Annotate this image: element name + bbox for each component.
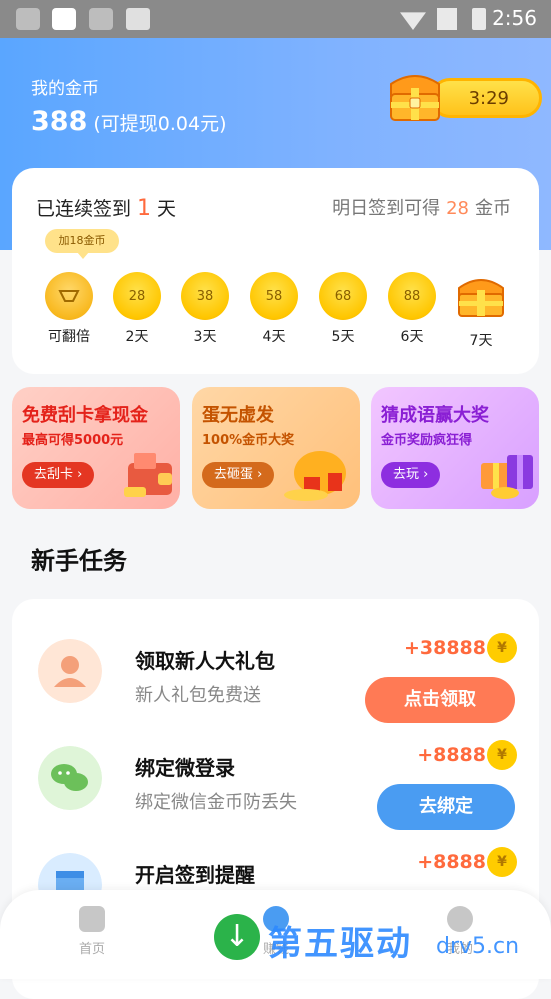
tomorrow-value: 28: [446, 198, 469, 219]
wechat-icon: [38, 746, 102, 810]
task-reward: +38888: [403, 637, 486, 659]
coin-amount: 388 (可提现0.04元): [31, 106, 227, 137]
treasure-chest-icon[interactable]: [383, 66, 447, 126]
promo-button[interactable]: 去刮卡 ›: [22, 462, 95, 488]
signin-day-label: 4天: [262, 329, 286, 345]
section-title: 新手任务: [31, 547, 127, 575]
yuan-coin-icon: ¥: [487, 633, 517, 663]
golden-egg-icon: [284, 451, 346, 501]
promo-title: 免费刮卡拿现金: [22, 405, 148, 426]
nav-home[interactable]: 首页: [52, 906, 132, 957]
yuan-coin-icon: ¥: [487, 847, 517, 877]
signin-day[interactable]: 68 5天: [316, 272, 370, 346]
wifi-icon: [400, 12, 426, 30]
signin-day[interactable]: 38 3天: [178, 272, 232, 346]
bonus-tooltip: 加18金币: [45, 229, 119, 259]
task-title: 开启签到提醒: [135, 863, 255, 887]
coin-icon: 88: [388, 272, 436, 320]
chest-timer: 3:29: [468, 88, 509, 109]
treasure-chest-icon: [458, 279, 504, 317]
home-icon: [79, 906, 105, 932]
task-desc: 绑定微信金币防丢失: [135, 792, 297, 813]
signin-prefix: 已连续签到: [36, 198, 132, 220]
promo-button[interactable]: 去砸蛋 ›: [202, 462, 275, 488]
promo-title: 猜成语赢大奖: [381, 405, 489, 426]
promo-title: 蛋无虚发: [202, 405, 274, 426]
tomorrow-prefix: 明日签到可得: [332, 198, 441, 219]
signin-day[interactable]: 88 6天: [385, 272, 439, 346]
signin-day-label: 7天: [469, 333, 493, 349]
task-row: 领取新人大礼包 新人礼包免费送 +38888 ¥ 点击领取: [12, 633, 539, 739]
coin-icon: 38: [181, 272, 229, 320]
task-title: 领取新人大礼包: [135, 649, 275, 673]
task-row: 绑定微登录 绑定微信金币防丢失 +8888 ¥ 去绑定: [12, 740, 539, 846]
double-coin-icon: [45, 272, 93, 320]
task-desc: 新人礼包免费送: [135, 685, 261, 706]
task-reward: +8888: [417, 851, 486, 873]
signin-card: 已连续签到 1 天 明日签到可得 28 金币 加18金币 可翻倍 28 2天 38 3天…: [12, 168, 539, 374]
notification-icon: [89, 8, 113, 30]
sim-icon: [437, 8, 457, 30]
signin-streak: 已连续签到 1 天: [36, 194, 176, 221]
coin-icon: 58: [250, 272, 298, 320]
signin-days: 1: [137, 196, 152, 221]
signin-day[interactable]: 28 2天: [110, 272, 164, 346]
signin-suffix: 天: [157, 198, 177, 220]
task-title: 绑定微登录: [135, 756, 235, 780]
watermark-url: drv5.cn: [436, 934, 520, 959]
coin-amount-number: 388: [31, 106, 88, 137]
tomorrow-suffix: 金币: [475, 198, 511, 219]
signin-day[interactable]: 可翻倍: [42, 272, 96, 346]
promo-smash-egg[interactable]: 蛋无虚发 100%金币大奖 去砸蛋 ›: [192, 387, 360, 509]
status-time: 2:56: [492, 6, 537, 30]
wallet-icon: [124, 453, 172, 497]
yuan-coin-icon: ¥: [487, 740, 517, 770]
coin-icon: 28: [113, 272, 161, 320]
coin-label: 我的金币: [31, 79, 99, 99]
status-bar: 2:56: [0, 0, 551, 38]
promo-scratch-card[interactable]: 免费刮卡拿现金 最高可得5000元 去刮卡 ›: [12, 387, 180, 509]
tomorrow-reward: 明日签到可得 28 金币: [332, 194, 511, 220]
signin-day-label: 3天: [193, 329, 217, 345]
notification-icon: [52, 8, 76, 30]
claim-button[interactable]: 点击领取: [365, 677, 515, 723]
watermark-text: 第五驱动: [268, 924, 412, 964]
watermark: ↓ 第五驱动 drv5.cn: [214, 914, 544, 964]
battery-icon: [472, 8, 486, 30]
bind-button[interactable]: 去绑定: [377, 784, 515, 830]
download-arrow-icon: ↓: [214, 914, 260, 960]
signin-day-label: 2天: [125, 329, 149, 345]
promo-subtitle: 金币奖励疯狂得: [381, 433, 473, 448]
signin-day-label: 5天: [331, 329, 355, 345]
signin-day-label: 6天: [400, 329, 424, 345]
task-reward: +8888: [417, 744, 486, 766]
signin-day-label: 可翻倍: [48, 329, 90, 345]
coin-icon: 68: [319, 272, 367, 320]
promo-idiom-game[interactable]: 猜成语赢大奖 金币奖励疯狂得 去玩 ›: [371, 387, 539, 509]
promo-subtitle: 最高可得5000元: [22, 433, 124, 448]
promo-button[interactable]: 去玩 ›: [381, 462, 441, 488]
signin-day[interactable]: 58 4天: [247, 272, 301, 346]
notification-icon: [16, 8, 40, 30]
signin-day[interactable]: 7天: [454, 272, 508, 350]
shopping-bag-icon: [126, 8, 150, 30]
gift-box-icon: [481, 455, 533, 499]
withdrawable-text[interactable]: (可提现0.04元): [93, 113, 226, 135]
nav-label: 首页: [78, 942, 105, 957]
user-gift-icon: [38, 639, 102, 703]
